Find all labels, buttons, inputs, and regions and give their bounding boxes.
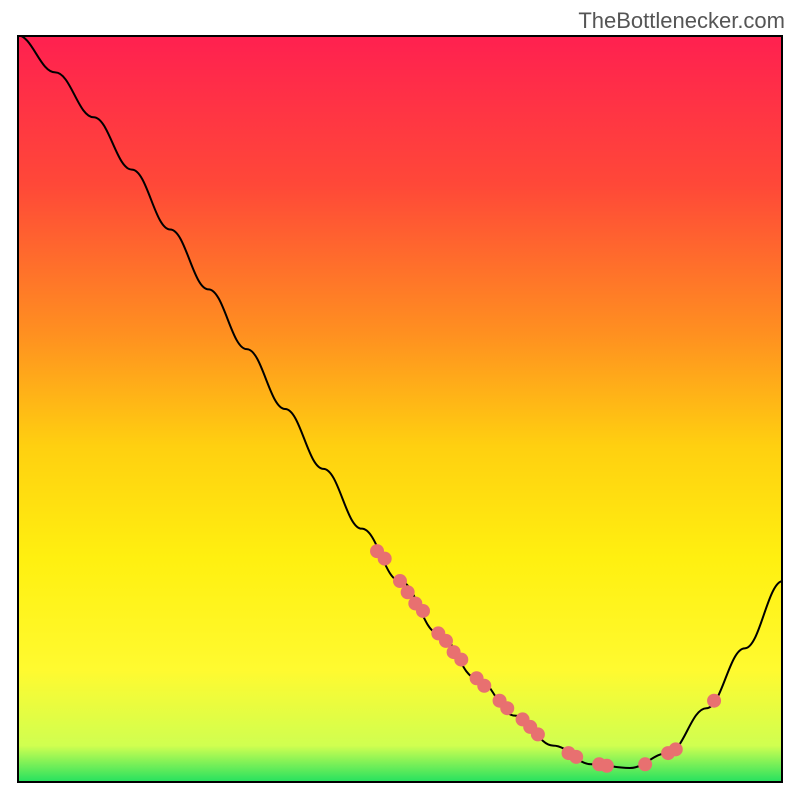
scatter-points xyxy=(370,544,721,773)
curve-layer xyxy=(17,35,783,783)
scatter-point xyxy=(638,757,652,771)
scatter-point xyxy=(669,742,683,756)
watermark-text: TheBottlenecker.com xyxy=(578,8,785,34)
scatter-point xyxy=(416,604,430,618)
scatter-point xyxy=(454,653,468,667)
scatter-point xyxy=(477,679,491,693)
scatter-point xyxy=(569,750,583,764)
bottleneck-curve xyxy=(17,35,783,768)
scatter-point xyxy=(707,694,721,708)
scatter-point xyxy=(531,727,545,741)
scatter-point xyxy=(600,759,614,773)
scatter-point xyxy=(500,701,514,715)
scatter-point xyxy=(378,552,392,566)
chart-container xyxy=(17,35,783,783)
